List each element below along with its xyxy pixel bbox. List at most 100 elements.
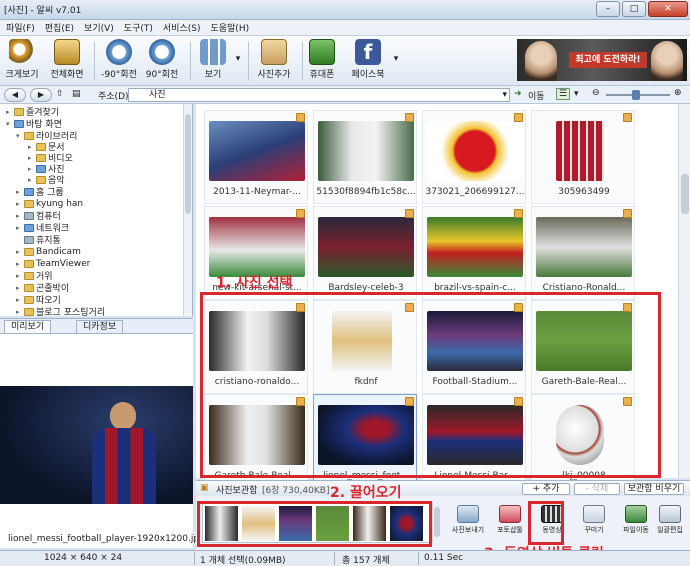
rotate-left-icon [106,39,132,65]
rotate-right-button[interactable]: 90°회전 [144,39,180,80]
rotate-left-button[interactable]: -90°회전 [100,39,138,80]
folder-icon[interactable]: ▤ [72,89,81,99]
thumbnail-item[interactable]: Cristiano-Ronald... [531,206,635,300]
menu-file[interactable]: 파일(F) [6,21,35,34]
add-photo-label: 사진추가 [257,70,291,80]
tree-item-homegroup[interactable]: ▸ 홈 그룹 [16,186,64,198]
view-mode-dropdown-icon[interactable]: ▾ [574,89,579,99]
documents-icon [36,142,46,151]
tree-item-music[interactable]: ▸ 음악 [28,174,65,186]
zoom-out-icon[interactable]: ⊖ [592,88,600,98]
homegroup-icon [24,187,34,196]
zoom-slider-thumb[interactable] [632,90,640,100]
folder-icon [24,271,34,280]
jpg-badge-icon [623,209,632,218]
menu-service[interactable]: 서비스(S) [163,21,201,34]
tree-item-network[interactable]: ▸ 네트워크 [16,222,69,234]
add-photo-button[interactable]: 사진추가 [254,39,294,80]
photoshop-tool-button[interactable]: 포토샵툴 [490,505,530,535]
zoom-view-button[interactable]: 크게보기 [4,39,40,80]
decorate-button[interactable]: 꾸미기 [574,505,614,535]
tree-item-ibis[interactable]: ▸ 따오기 [16,294,61,306]
tree-scrollbar-thumb[interactable] [185,114,191,214]
thumbnail-item[interactable]: 373021_206699127... [422,110,526,204]
rotate-right-label: 90°회전 [145,70,179,80]
thumbnail-item[interactable]: 2013-11-Neymar-... [204,110,308,204]
go-button[interactable]: 이동 [528,89,545,102]
grid-scrollbar[interactable] [678,104,690,478]
facebook-dropdown-arrow[interactable]: ▾ [392,54,400,64]
tree-item-tit[interactable]: ▸ 곤줄박이 [16,282,69,294]
folder-tree: ▸ 즐겨찾기 ▾ 바탕 화면 ▾ 라이브러리 ▸ 문서 ▸ 비디오 ▸ 사진 ▸ 음악 ▸ 홈 … [0,104,193,316]
desktop-icon [14,119,24,128]
title-bar: [사진] - 알씨 v7.01 – □ ✕ [0,0,690,20]
preview-pane: lionel_messi_football_player-1920x1200.j… [0,334,205,548]
tree-item-goose[interactable]: ▸ 거위 [16,270,53,282]
window-controls: – □ ✕ [596,1,688,17]
menu-view[interactable]: 보기(V) [84,21,114,34]
tree-item-favorites[interactable]: ▸ 즐겨찾기 [6,106,59,118]
folder-icon [24,259,34,268]
tree-item-computer[interactable]: ▸ 컴퓨터 [16,210,61,222]
storage-scrollbar[interactable] [432,503,441,543]
menu-edit[interactable]: 편집(E) [45,21,74,34]
storage-clear-button[interactable]: 보관함 비우기 [624,483,684,495]
tab-camera-info[interactable]: 디카정보 [76,320,124,333]
storage-scrollbar-thumb[interactable] [434,507,440,537]
ad-banner[interactable]: 최고에 도전하라! [517,39,687,81]
fullscreen-button[interactable]: 전체화면 [46,39,88,80]
tree-item-teamviewer[interactable]: ▸ TeamViewer [16,258,90,269]
storage-remove-button[interactable]: - 삭제 [574,483,620,495]
tree-item-library[interactable]: ▾ 라이브러리 [16,130,77,142]
menu-help[interactable]: 도움말(H) [210,21,249,34]
menu-tools[interactable]: 도구(T) [124,21,153,34]
tree-item-blog[interactable]: ▸ 블로그 포스팅거리 [16,306,105,316]
zoom-in-icon[interactable]: ⊕ [674,88,682,98]
storage-header: ▣ 사진보관함 [6장 730,40KB] + 추가 - 삭제 보관함 비우기 [196,481,690,496]
storage-title: 사진보관함 [216,486,258,496]
banner-person-image [651,41,683,81]
batch-edit-button[interactable]: 일괄편집 [650,505,690,535]
view-button[interactable]: 보기 [198,39,228,80]
address-label: 주소(D) [98,92,129,102]
tree-scrollbar[interactable] [183,104,192,316]
grid-scrollbar-thumb[interactable] [681,174,689,214]
jpg-badge-icon [514,113,523,122]
phone-label: 휴대폰 [309,70,335,80]
address-value: 사진 [149,90,166,100]
storage-add-button[interactable]: + 추가 [522,483,570,495]
thumbnail-item[interactable]: 51530f8894fb1c58c... [313,110,417,204]
tab-preview[interactable]: 미리보기 [4,320,52,333]
back-button[interactable]: ◀ [4,88,26,102]
go-arrow-icon[interactable]: ➜ [514,89,522,99]
minimize-button[interactable]: – [596,1,620,17]
tree-item-bandicam[interactable]: ▸ Bandicam [16,246,81,257]
address-dropdown-icon[interactable]: ▾ [502,89,507,101]
tree-item-recycle-bin[interactable]: 휴지통 [16,234,61,246]
view-mode-icon[interactable]: ☰ [556,88,571,100]
storage-box-icon: ▣ [200,483,209,493]
maximize-button[interactable]: □ [622,1,646,17]
batch-edit-icon [659,505,681,523]
facebook-button[interactable]: f 페이스북 [348,39,388,80]
send-photo-button[interactable]: 사진보내기 [448,505,488,535]
add-photo-icon [261,39,287,65]
rotate-left-label: -90°회전 [101,70,137,80]
tree-item-desktop[interactable]: ▾ 바탕 화면 [6,118,62,130]
jpg-badge-icon [296,113,305,122]
view-dropdown-arrow[interactable]: ▾ [234,54,242,64]
annotation-step2: 2. 끌어오기 [330,485,402,501]
address-bar: ◀ ▶ ⇧ ▤ 주소(D) 사진 ▾ ➜ 이동 ☰ ▾ ⊖ ⊕ [0,86,690,104]
close-button[interactable]: ✕ [648,1,688,17]
facebook-icon: f [355,39,381,65]
preview-filename: lionel_messi_football_player-1920x1200.j… [8,534,205,544]
jpg-badge-icon [296,209,305,218]
tree-item-user[interactable]: ▸ kyung han [16,198,83,209]
address-input[interactable]: 사진 ▾ [128,88,510,102]
forward-button[interactable]: ▶ [30,88,52,102]
thumbnail-item[interactable]: Bardsley-celeb-3 [313,206,417,300]
up-folder-icon[interactable]: ⇧ [56,89,64,99]
thumbnail-item[interactable]: brazil-vs-spain-c... [422,206,526,300]
thumbnail-item[interactable]: 305963499 [531,110,635,204]
phone-button[interactable]: 휴대폰 [308,39,336,80]
